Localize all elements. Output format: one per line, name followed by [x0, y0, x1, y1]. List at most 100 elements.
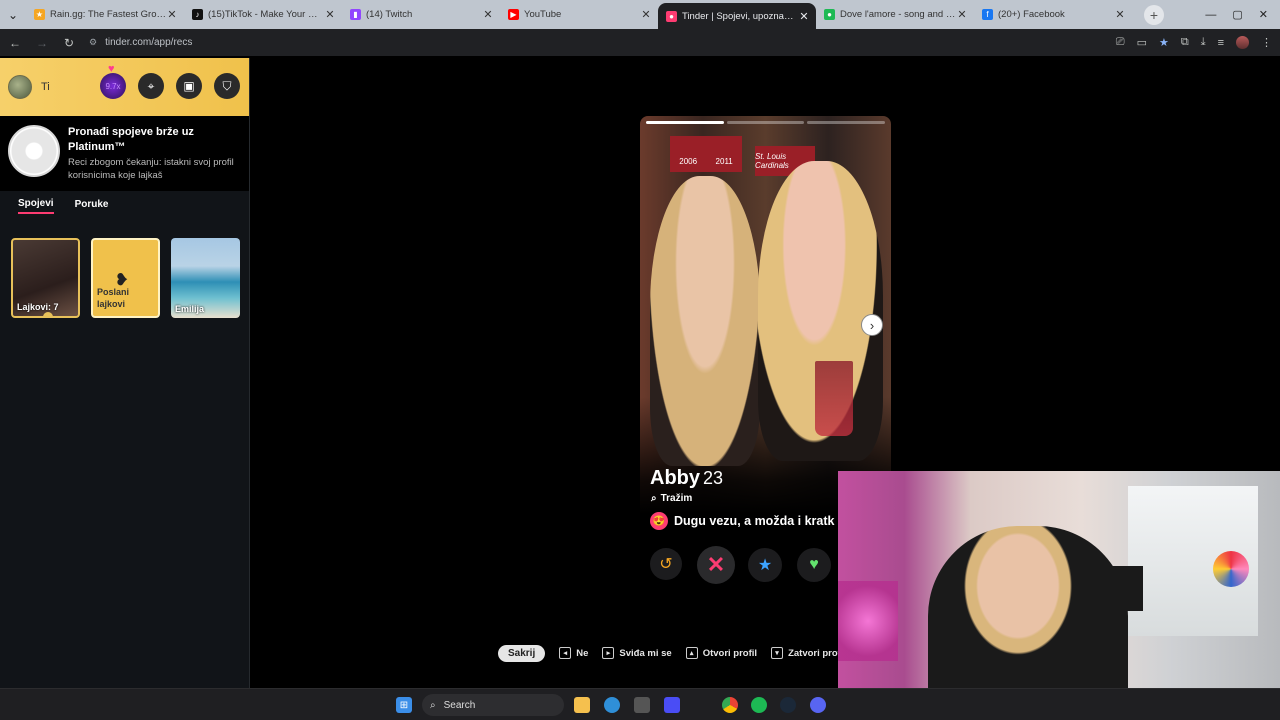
taskbar-search-label: Search	[443, 699, 476, 711]
close-tab-icon[interactable]: ✕	[1114, 8, 1126, 21]
tab-title: (14) Twitch	[366, 9, 413, 20]
download-icon[interactable]: ⤓	[1201, 36, 1206, 49]
toolbar-actions: ⎚ ▭ ★ ⧉ ⤓ ≡ ⋮	[1116, 29, 1272, 56]
extensions-icon[interactable]: ⧉	[1181, 36, 1189, 49]
browser-tab[interactable]: ▮ (14) Twitch ✕	[342, 0, 500, 29]
site-info-icon[interactable]: ⚙	[89, 37, 97, 48]
browser-tab[interactable]: ● Tinder | Spojevi, upoznavanje p✕	[658, 3, 816, 29]
tab-favicon-icon: ▮	[350, 9, 361, 20]
edge-icon[interactable]	[604, 697, 620, 713]
app-icon[interactable]	[664, 697, 680, 713]
browser-toolbar: ← → ↻ ⚙ tinder.com/app/recs ⎚ ▭ ★ ⧉ ⤓ ≡ …	[0, 29, 1280, 56]
tab-favicon-icon: ▶	[508, 9, 519, 20]
keyboard-shortcuts: Sakrij ◂ Ne ▸ Sviđa mi se ▴ Otvori profil ▾…	[498, 644, 846, 662]
nope-button[interactable]: ✕	[697, 546, 735, 584]
briefcase-icon[interactable]: ▣	[176, 73, 202, 99]
likes-count-label: Lajkovi: 7	[17, 302, 59, 312]
steam-icon[interactable]	[780, 697, 796, 713]
store-icon[interactable]	[634, 697, 650, 713]
tab-search-icon[interactable]: ⌄	[0, 0, 26, 29]
boost-label: 9.7x	[105, 81, 121, 91]
close-tab-icon[interactable]: ✕	[482, 8, 494, 21]
explore-icon[interactable]: ⌖	[138, 73, 164, 99]
left-arrow-key-icon: ◂	[559, 647, 572, 659]
user-name[interactable]: Ti	[41, 81, 50, 93]
platinum-promo[interactable]: Pronađi spojeve brže uz Platinum™ Reci z…	[0, 116, 249, 191]
sidebar-tabs: Spojevi Poruke	[0, 191, 249, 221]
sent-likes-tile[interactable]: ❥ Poslani lajkovi	[91, 238, 160, 318]
heart-icon: ♥	[108, 63, 115, 75]
next-photo-button[interactable]: ›	[861, 314, 883, 336]
close-window-icon[interactable]: ✕	[1259, 8, 1268, 21]
webcam-overlay	[838, 471, 1280, 720]
profile-name: Abby 23	[650, 467, 724, 489]
media-icon[interactable]: ≡	[1218, 37, 1224, 49]
cast-icon[interactable]: ⎚	[1116, 36, 1125, 49]
platinum-badge-icon	[8, 125, 60, 177]
discord-icon[interactable]	[810, 697, 826, 713]
browser-tab[interactable]: ♪ (15)TikTok - Make Your Day ✕	[184, 0, 342, 29]
shield-icon[interactable]: ⛉	[214, 73, 240, 99]
window-controls: — ▢ ✕	[1205, 0, 1280, 29]
tab-matches[interactable]: Spojevi	[18, 198, 54, 214]
browser-tab[interactable]: f (20+) Facebook ✕	[974, 0, 1132, 29]
close-tab-icon[interactable]: ✕	[798, 10, 810, 23]
match-tile[interactable]: Emilija	[171, 238, 240, 318]
relationship-intent: 😍 Dugu vezu, a možda i kratk	[650, 512, 834, 530]
hide-shortcuts-button[interactable]: Sakrij	[498, 644, 546, 662]
close-tab-icon[interactable]: ✕	[956, 8, 968, 21]
tab-favicon-icon: ♪	[192, 9, 203, 20]
webcam-lamp	[838, 581, 898, 661]
address-bar[interactable]: ⚙ tinder.com/app/recs	[89, 37, 192, 48]
banner-year: 2006	[679, 157, 698, 166]
sidebar: Ti ♥ 9.7x ⌖ ▣ ⛉ Pronađi spojeve brže uz …	[0, 58, 250, 688]
boost-button[interactable]: ♥ 9.7x	[100, 63, 126, 99]
sent-likes-label: Poslani lajkovi	[97, 287, 130, 309]
browser-tab-strip: ⌄ ★Rain.gg: The Fastest Growing C✕♪(15)T…	[0, 0, 1280, 29]
like-shortcut: Sviđa mi se	[619, 647, 672, 659]
close-tab-icon[interactable]: ✕	[640, 8, 652, 21]
forward-icon[interactable]: →	[30, 36, 54, 50]
profile-status: ⌕ Tražim	[651, 493, 693, 504]
maximize-icon[interactable]: ▢	[1232, 8, 1242, 21]
menu-icon[interactable]: ⋮	[1261, 36, 1272, 49]
browser-tab[interactable]: ● Dove l'amore - song and lyrics ✕	[816, 0, 974, 29]
taskbar-search[interactable]: ⌕ Search	[422, 694, 564, 716]
match-name: Emilija	[175, 304, 205, 314]
like-button[interactable]: ♥	[797, 548, 831, 582]
drink-cup	[815, 361, 853, 436]
tab-favicon-icon: f	[982, 9, 993, 20]
open-profile-shortcut: Otvori profil	[702, 647, 758, 659]
rewind-button[interactable]: ↺	[650, 548, 682, 580]
banner-year: 2011	[715, 157, 733, 166]
file-explorer-icon[interactable]	[574, 697, 590, 713]
tab-favicon-icon: ●	[666, 10, 677, 22]
new-tab-button[interactable]: +	[1144, 4, 1164, 25]
tab-title: Dove l'amore - song and lyrics	[840, 9, 956, 20]
close-tab-icon[interactable]: ✕	[166, 8, 178, 21]
super-like-button[interactable]: ★	[748, 548, 782, 582]
chrome-icon[interactable]	[722, 697, 738, 713]
likes-tile[interactable]: Lajkovi: 7	[11, 238, 80, 318]
reading-mode-icon[interactable]: ▭	[1137, 36, 1147, 49]
tab-title: Tinder | Spojevi, upoznavanje p	[682, 10, 798, 22]
profile-photo-person	[650, 176, 760, 466]
matches-list: Lajkovi: 7 ❥ Poslani lajkovi Emilija	[0, 221, 249, 318]
browser-tab[interactable]: ▶ YouTube ✕	[500, 0, 658, 29]
reload-icon[interactable]: ↻	[57, 36, 81, 50]
tab-messages[interactable]: Poruke	[75, 199, 109, 213]
close-tab-icon[interactable]: ✕	[324, 8, 336, 21]
search-icon: ⌕	[430, 699, 436, 711]
back-icon[interactable]: ←	[3, 36, 27, 50]
minimize-icon[interactable]: —	[1205, 9, 1216, 21]
avatar[interactable]	[8, 75, 32, 99]
spotify-icon[interactable]	[751, 697, 767, 713]
windows-start-icon[interactable]: ⊞	[396, 697, 412, 713]
profile-avatar[interactable]	[1236, 36, 1249, 49]
stadium-banner: 2006 2011	[670, 136, 742, 172]
browser-tab[interactable]: ★ Rain.gg: The Fastest Growing C✕	[26, 0, 184, 29]
taskbar: ⊞ ⌕ Search	[0, 688, 1280, 720]
tab-title: Rain.gg: The Fastest Growing C	[50, 9, 166, 20]
bookmark-star-icon[interactable]: ★	[1159, 36, 1169, 49]
gold-dot-icon	[43, 312, 53, 316]
